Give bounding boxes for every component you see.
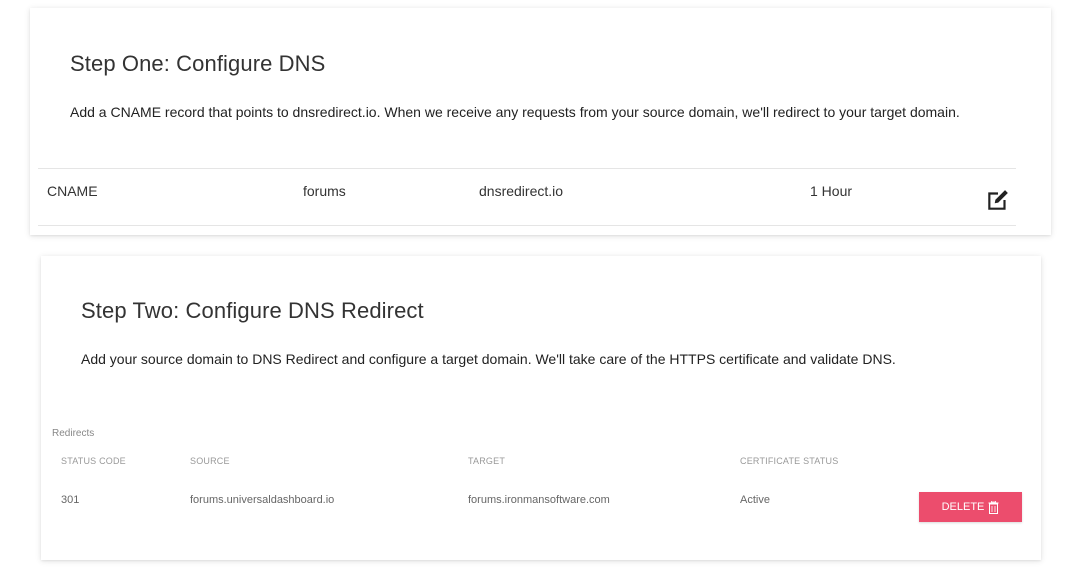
dns-record-ttl: 1 Hour: [810, 183, 853, 199]
row-source: forums.universaldashboard.io: [190, 494, 335, 506]
step-two-description: Add your source domain to DNS Redirect a…: [81, 351, 896, 367]
dns-record-row: CNAME forums dnsredirect.io 1 Hour: [38, 168, 1016, 226]
column-header-source: SOURCE: [190, 456, 230, 466]
step-two-card: Step Two: Configure DNS Redirect Add you…: [41, 256, 1041, 560]
row-status-code: 301: [61, 494, 80, 506]
dns-record-value: dnsredirect.io: [479, 183, 564, 199]
step-one-card: Step One: Configure DNS Add a CNAME reco…: [30, 8, 1051, 235]
row-certificate-status: Active: [740, 494, 770, 506]
step-one-title: Step One: Configure DNS: [70, 51, 326, 76]
column-header-certificate-status: CERTIFICATE STATUS: [740, 456, 839, 466]
delete-button-label: DELETE: [941, 501, 985, 513]
dns-record-type: CNAME: [47, 183, 98, 199]
column-header-status-code: STATUS CODE: [61, 456, 126, 466]
row-target: forums.ironmansoftware.com: [468, 494, 610, 506]
delete-button[interactable]: DELETE: [919, 492, 1022, 522]
column-header-target: TARGET: [468, 456, 506, 466]
step-two-title: Step Two: Configure DNS Redirect: [81, 298, 424, 323]
redirects-table-label: Redirects: [52, 428, 95, 439]
edit-icon[interactable]: [985, 187, 1011, 213]
step-one-description: Add a CNAME record that points to dnsred…: [70, 104, 960, 120]
trash-icon: [988, 500, 999, 514]
dns-record-host: forums: [303, 183, 346, 199]
